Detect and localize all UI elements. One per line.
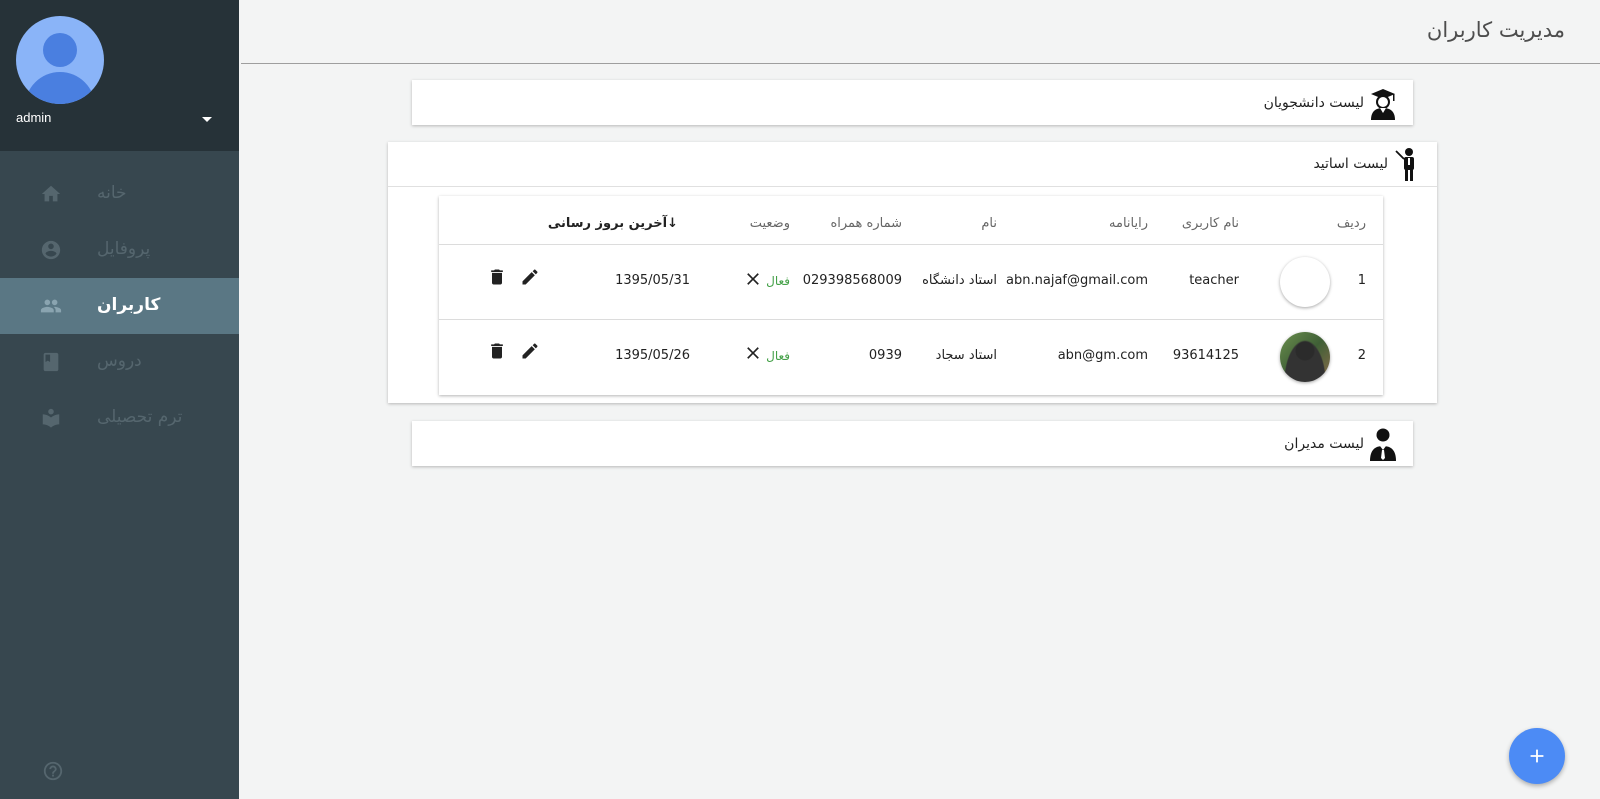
add-user-button[interactable]	[1509, 728, 1565, 784]
top-bar: مدیریت کاربران	[241, 0, 1600, 64]
group-icon	[40, 299, 62, 313]
column-header-updated[interactable]: ↓آخرین بروز رسانی	[548, 216, 678, 231]
sidebar-header: admin	[0, 0, 239, 151]
page-title: مدیریت کاربران	[1426, 18, 1565, 42]
sidebar-item-term[interactable]: ترم تحصیلی	[0, 390, 239, 446]
delete-icon[interactable]	[487, 267, 507, 287]
sidebar-item-users[interactable]: کاربران	[0, 278, 239, 334]
row-index: 1	[1357, 273, 1366, 288]
panel-title: لیست دانشجویان	[1263, 94, 1364, 111]
sidebar-item-label: دروس	[97, 351, 142, 371]
row-updated: 1395/05/31	[615, 273, 690, 288]
close-icon[interactable]	[743, 269, 763, 289]
teacher-icon	[1395, 148, 1414, 181]
delete-icon[interactable]	[487, 341, 507, 361]
chevron-down-icon[interactable]	[202, 117, 212, 122]
manager-icon	[1370, 428, 1396, 461]
edit-icon[interactable]	[520, 267, 540, 287]
plus-icon	[1530, 749, 1544, 763]
column-header-row[interactable]: ردیف	[1337, 216, 1366, 231]
account-circle-icon	[41, 240, 61, 260]
home-icon	[41, 185, 61, 202]
status-badge: فعال	[766, 274, 790, 288]
row-name: استاد سجاد	[935, 348, 997, 363]
teachers-panel: لیست اساتید ردیف نام کاربری رایانامه نام…	[388, 142, 1437, 403]
column-header-phone[interactable]: شماره همراه	[830, 216, 902, 231]
teachers-table: ردیف نام کاربری رایانامه نام شماره همراه…	[439, 196, 1383, 395]
panel-title: لیست اساتید	[1313, 156, 1388, 172]
students-panel[interactable]: لیست دانشجویان	[412, 80, 1413, 125]
book-icon	[43, 352, 59, 372]
managers-panel[interactable]: لیست مدیران	[412, 421, 1413, 466]
row-phone: 0939	[868, 348, 902, 363]
column-header-label: آخرین بروز رسانی	[547, 216, 668, 231]
sort-arrow-icon: ↓	[667, 216, 678, 231]
sidebar-nav: خانه پروفایل کاربران دروس ترم تحصیلی	[0, 166, 239, 446]
status-badge: فعال	[766, 349, 790, 363]
row-name: استاد دانشگاه	[922, 273, 997, 288]
panel-header[interactable]: لیست مدیران	[1284, 421, 1413, 466]
sidebar: admin خانه پروفایل کاربران دروس ترم تحصی…	[0, 0, 239, 799]
avatar	[1280, 257, 1330, 307]
avatar	[1280, 332, 1330, 382]
edit-icon[interactable]	[520, 341, 540, 361]
column-header-email[interactable]: رایانامه	[1109, 216, 1148, 231]
row-updated: 1395/05/26	[615, 348, 690, 363]
close-icon[interactable]	[743, 343, 763, 363]
row-email: abn@gm.com	[1057, 348, 1148, 363]
row-index: 2	[1357, 348, 1366, 363]
panel-header[interactable]: لیست اساتید	[388, 142, 1437, 187]
column-header-status[interactable]: وضعیت	[750, 216, 790, 231]
divider	[439, 319, 1383, 320]
sidebar-item-home[interactable]: خانه	[0, 166, 239, 222]
column-header-name[interactable]: نام	[981, 216, 997, 231]
sidebar-item-label: کاربران	[97, 295, 161, 315]
sidebar-item-label: پروفایل	[97, 239, 151, 259]
row-email: abn.najaf@gmail.com	[1006, 273, 1148, 288]
row-username: teacher	[1189, 273, 1239, 288]
school-icon	[42, 408, 60, 428]
sidebar-item-courses[interactable]: دروس	[0, 334, 239, 390]
divider	[439, 244, 1383, 245]
sidebar-item-label: ترم تحصیلی	[97, 407, 183, 427]
sidebar-item-label: خانه	[97, 183, 127, 203]
help-icon[interactable]	[42, 760, 64, 782]
row-phone: 029398568009	[802, 273, 902, 288]
panel-title: لیست مدیران	[1284, 435, 1364, 452]
panel-header[interactable]: لیست دانشجویان	[1264, 80, 1413, 125]
username: admin	[16, 110, 52, 125]
column-header-username[interactable]: نام کاربری	[1182, 216, 1239, 231]
row-username: 93614125	[1172, 348, 1239, 363]
user-avatar[interactable]	[16, 16, 104, 104]
sidebar-item-profile[interactable]: پروفایل	[0, 222, 239, 278]
graduate-icon	[1371, 88, 1395, 120]
